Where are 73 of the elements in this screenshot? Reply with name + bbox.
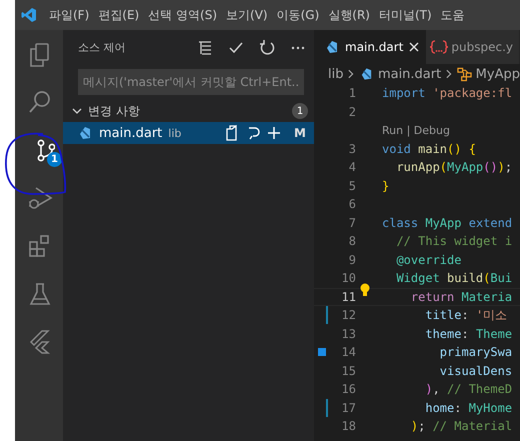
- search-icon[interactable]: [27, 89, 53, 115]
- menu-item[interactable]: 터미널(T): [378, 6, 432, 24]
- menu-item[interactable]: 선택 영역(S): [148, 6, 218, 24]
- line-number: 11: [340, 290, 356, 304]
- line-number: 6: [348, 197, 356, 212]
- code-line: import 'package:fl: [382, 86, 512, 100]
- editor-tab[interactable]: pubspec.y: [426, 30, 520, 64]
- folder-name: lib: [168, 126, 182, 140]
- code-line: title: '미소: [424, 306, 508, 324]
- line-number: 3: [348, 142, 356, 156]
- breadcrumb-item[interactable]: main.dart: [378, 66, 442, 82]
- braces-icon: [430, 39, 448, 55]
- line-number: 15: [340, 364, 356, 378]
- flutter-icon[interactable]: [27, 329, 53, 355]
- code-line: home: MyHome: [424, 400, 512, 415]
- close-icon[interactable]: [408, 41, 420, 53]
- play-bug-icon[interactable]: [27, 185, 53, 211]
- commit-message-field[interactable]: 메시지('master'에서 커밋할 Ctrl+Ent...: [78, 69, 304, 95]
- line-number: 2: [348, 104, 356, 119]
- code-line: }: [382, 178, 390, 193]
- code-line: class MyApp extend: [382, 216, 512, 230]
- line-number: 4: [348, 160, 356, 174]
- line-number: 1: [348, 86, 356, 100]
- line-number: 7: [348, 216, 356, 230]
- code-line: Widget build(Bui: [395, 271, 512, 286]
- code-line: return Materia: [410, 290, 512, 304]
- file-row[interactable]: main.dart lib M: [63, 122, 314, 144]
- class-icon: [456, 66, 472, 82]
- code-line: ); // Material: [410, 419, 512, 434]
- line-number: 14: [340, 345, 356, 360]
- codelens-link[interactable]: Run | Debug: [382, 124, 450, 137]
- menu-item[interactable]: 파일(F): [49, 6, 90, 24]
- file-name: main.dart: [99, 126, 162, 140]
- line-number: 12: [340, 308, 356, 322]
- code-line: @override: [395, 252, 462, 267]
- line-number: 5: [348, 178, 356, 193]
- panel-title: 소스 제어: [78, 40, 126, 54]
- line-number: 9: [348, 252, 356, 267]
- section-title[interactable]: 변경 사항: [88, 102, 287, 120]
- count-badge: 1: [47, 152, 62, 167]
- code-line: // This widget i: [395, 234, 512, 248]
- code-line: void main() {: [382, 142, 476, 156]
- line-number: 17: [340, 400, 356, 415]
- lightbulb-icon[interactable]: [358, 282, 372, 298]
- plus-icon[interactable]: [266, 125, 282, 141]
- status-letter: M: [294, 126, 306, 140]
- breadcrumb-item[interactable]: lib: [328, 66, 344, 82]
- code-line: runApp(MyApp());: [395, 160, 512, 174]
- code-line: ), // ThemeD: [424, 382, 512, 396]
- menu-item[interactable]: 편집(E): [98, 6, 140, 24]
- line-number: 10: [340, 271, 356, 286]
- code-line: visualDens: [438, 364, 512, 378]
- line-number: 16: [340, 382, 356, 396]
- menu-item[interactable]: 보기(V): [226, 6, 268, 24]
- menu-item[interactable]: 실행(R): [328, 6, 370, 24]
- code-line: theme: Theme: [424, 326, 512, 341]
- line-number: 13: [340, 326, 356, 341]
- menu-item[interactable]: 도움: [440, 6, 465, 24]
- flask-icon[interactable]: [27, 281, 53, 307]
- refresh-icon[interactable]: [259, 38, 275, 56]
- line-number: 8: [348, 234, 356, 248]
- chevron-icon: [347, 68, 355, 80]
- count-badge: 1: [292, 103, 308, 119]
- dart-file-icon: [77, 125, 93, 141]
- breadcrumb-item[interactable]: MyApp: [476, 66, 520, 82]
- dart-file-icon: [324, 39, 340, 55]
- tree-view-icon[interactable]: [197, 38, 213, 56]
- editor-tab[interactable]: main.dart: [314, 30, 426, 64]
- app-logo-icon: [21, 7, 37, 23]
- line-number: 18: [340, 419, 356, 434]
- chevron-icon: [445, 68, 453, 80]
- menu-item[interactable]: 이동(G): [276, 6, 320, 24]
- code-line: primarySwa: [438, 345, 512, 360]
